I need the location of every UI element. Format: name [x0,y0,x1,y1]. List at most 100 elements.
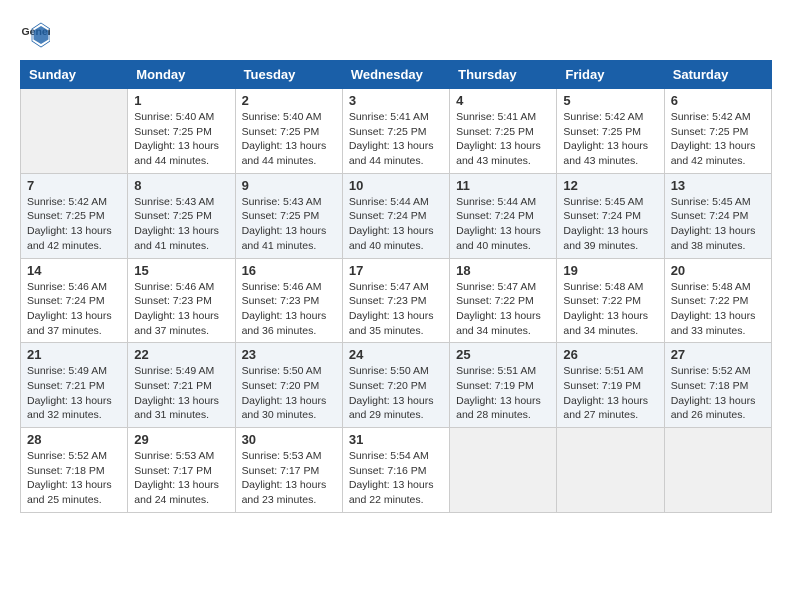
day-number: 13 [671,178,765,193]
day-number: 19 [563,263,657,278]
day-cell: 18 Sunrise: 5:47 AMSunset: 7:22 PMDayligh… [450,258,557,343]
day-number: 14 [27,263,121,278]
weekday-header-sunday: Sunday [21,61,128,89]
day-number: 15 [134,263,228,278]
day-cell: 12 Sunrise: 5:45 AMSunset: 7:24 PMDayligh… [557,173,664,258]
day-cell: 14 Sunrise: 5:46 AMSunset: 7:24 PMDayligh… [21,258,128,343]
day-number: 31 [349,432,443,447]
day-cell: 20 Sunrise: 5:48 AMSunset: 7:22 PMDayligh… [664,258,771,343]
day-info: Sunrise: 5:46 AMSunset: 7:23 PMDaylight:… [242,280,336,339]
day-info: Sunrise: 5:47 AMSunset: 7:23 PMDaylight:… [349,280,443,339]
day-cell: 10Sunrise: 5:44 AMSunset: 7:24 PMDayligh… [342,173,449,258]
day-info: Sunrise: 5:43 AMSunset: 7:25 PMDaylight:… [242,195,336,254]
weekday-header-saturday: Saturday [664,61,771,89]
day-cell: 5 Sunrise: 5:42 AMSunset: 7:25 PMDaylight… [557,89,664,174]
day-info: Sunrise: 5:47 AMSunset: 7:22 PMDaylight:… [456,280,550,339]
day-info: Sunrise: 5:42 AMSunset: 7:25 PMDaylight:… [563,110,657,169]
day-cell: 21 Sunrise: 5:49 AMSunset: 7:21 PMDayligh… [21,343,128,428]
day-cell: 29Sunrise: 5:53 AMSunset: 7:17 PMDayligh… [128,428,235,513]
day-number: 4 [456,93,550,108]
day-number: 30 [242,432,336,447]
day-cell: 24 Sunrise: 5:50 AMSunset: 7:20 PMDayligh… [342,343,449,428]
day-info: Sunrise: 5:41 AMSunset: 7:25 PMDaylight:… [349,110,443,169]
day-number: 16 [242,263,336,278]
day-number: 5 [563,93,657,108]
logo: General [20,20,54,50]
day-number: 26 [563,347,657,362]
week-row-3: 14 Sunrise: 5:46 AMSunset: 7:24 PMDayligh… [21,258,772,343]
day-number: 24 [349,347,443,362]
day-info: Sunrise: 5:42 AMSunset: 7:25 PMDaylight:… [27,195,121,254]
day-cell: 13Sunrise: 5:45 AMSunset: 7:24 PMDayligh… [664,173,771,258]
day-info: Sunrise: 5:53 AMSunset: 7:17 PMDaylight:… [134,449,228,508]
weekday-header-row: SundayMondayTuesdayWednesdayThursdayFrid… [21,61,772,89]
weekday-header-wednesday: Wednesday [342,61,449,89]
week-row-4: 21 Sunrise: 5:49 AMSunset: 7:21 PMDayligh… [21,343,772,428]
week-row-1: 1 Sunrise: 5:40 AMSunset: 7:25 PMDaylight… [21,89,772,174]
day-info: Sunrise: 5:46 AMSunset: 7:24 PMDaylight:… [27,280,121,339]
day-number: 20 [671,263,765,278]
day-cell [557,428,664,513]
day-cell: 2Sunrise: 5:40 AMSunset: 7:25 PMDaylight… [235,89,342,174]
day-number: 3 [349,93,443,108]
day-cell: 19 Sunrise: 5:48 AMSunset: 7:22 PMDayligh… [557,258,664,343]
day-cell: 6Sunrise: 5:42 AMSunset: 7:25 PMDaylight… [664,89,771,174]
day-cell: 27 Sunrise: 5:52 AMSunset: 7:18 PMDayligh… [664,343,771,428]
weekday-header-tuesday: Tuesday [235,61,342,89]
week-row-2: 7 Sunrise: 5:42 AMSunset: 7:25 PMDaylight… [21,173,772,258]
day-info: Sunrise: 5:50 AMSunset: 7:20 PMDaylight:… [349,364,443,423]
day-number: 7 [27,178,121,193]
day-cell: 15Sunrise: 5:46 AMSunset: 7:23 PMDayligh… [128,258,235,343]
day-number: 12 [563,178,657,193]
logo-icon: General [20,20,50,50]
day-number: 27 [671,347,765,362]
day-info: Sunrise: 5:44 AMSunset: 7:24 PMDaylight:… [349,195,443,254]
day-info: Sunrise: 5:41 AMSunset: 7:25 PMDaylight:… [456,110,550,169]
page-header: General [20,20,772,50]
day-number: 21 [27,347,121,362]
calendar-table: SundayMondayTuesdayWednesdayThursdayFrid… [20,60,772,513]
day-info: Sunrise: 5:49 AMSunset: 7:21 PMDaylight:… [27,364,121,423]
day-cell: 17 Sunrise: 5:47 AMSunset: 7:23 PMDayligh… [342,258,449,343]
day-cell: 4 Sunrise: 5:41 AMSunset: 7:25 PMDaylight… [450,89,557,174]
day-info: Sunrise: 5:51 AMSunset: 7:19 PMDaylight:… [563,364,657,423]
day-cell: 28Sunrise: 5:52 AMSunset: 7:18 PMDayligh… [21,428,128,513]
day-info: Sunrise: 5:42 AMSunset: 7:25 PMDaylight:… [671,110,765,169]
day-cell: 8 Sunrise: 5:43 AMSunset: 7:25 PMDaylight… [128,173,235,258]
day-number: 22 [134,347,228,362]
day-info: Sunrise: 5:43 AMSunset: 7:25 PMDaylight:… [134,195,228,254]
week-row-5: 28Sunrise: 5:52 AMSunset: 7:18 PMDayligh… [21,428,772,513]
day-cell: 1 Sunrise: 5:40 AMSunset: 7:25 PMDaylight… [128,89,235,174]
day-cell: 22 Sunrise: 5:49 AMSunset: 7:21 PMDayligh… [128,343,235,428]
day-cell: 7 Sunrise: 5:42 AMSunset: 7:25 PMDaylight… [21,173,128,258]
day-info: Sunrise: 5:53 AMSunset: 7:17 PMDaylight:… [242,449,336,508]
day-info: Sunrise: 5:52 AMSunset: 7:18 PMDaylight:… [671,364,765,423]
day-cell: 25Sunrise: 5:51 AMSunset: 7:19 PMDayligh… [450,343,557,428]
day-info: Sunrise: 5:45 AMSunset: 7:24 PMDaylight:… [563,195,657,254]
day-info: Sunrise: 5:48 AMSunset: 7:22 PMDaylight:… [563,280,657,339]
day-info: Sunrise: 5:54 AMSunset: 7:16 PMDaylight:… [349,449,443,508]
day-cell: 31 Sunrise: 5:54 AMSunset: 7:16 PMDayligh… [342,428,449,513]
day-number: 28 [27,432,121,447]
day-cell [450,428,557,513]
day-number: 18 [456,263,550,278]
day-info: Sunrise: 5:49 AMSunset: 7:21 PMDaylight:… [134,364,228,423]
day-cell: 16 Sunrise: 5:46 AMSunset: 7:23 PMDayligh… [235,258,342,343]
day-number: 17 [349,263,443,278]
day-number: 9 [242,178,336,193]
day-cell: 9 Sunrise: 5:43 AMSunset: 7:25 PMDaylight… [235,173,342,258]
day-number: 23 [242,347,336,362]
day-info: Sunrise: 5:40 AMSunset: 7:25 PMDaylight:… [242,110,336,169]
day-cell [664,428,771,513]
day-number: 1 [134,93,228,108]
day-info: Sunrise: 5:40 AMSunset: 7:25 PMDaylight:… [134,110,228,169]
day-cell: 11Sunrise: 5:44 AMSunset: 7:24 PMDayligh… [450,173,557,258]
day-info: Sunrise: 5:48 AMSunset: 7:22 PMDaylight:… [671,280,765,339]
weekday-header-friday: Friday [557,61,664,89]
day-cell: 3 Sunrise: 5:41 AMSunset: 7:25 PMDaylight… [342,89,449,174]
day-number: 8 [134,178,228,193]
day-cell: 23Sunrise: 5:50 AMSunset: 7:20 PMDayligh… [235,343,342,428]
day-cell: 30 Sunrise: 5:53 AMSunset: 7:17 PMDayligh… [235,428,342,513]
day-number: 25 [456,347,550,362]
day-cell [21,89,128,174]
